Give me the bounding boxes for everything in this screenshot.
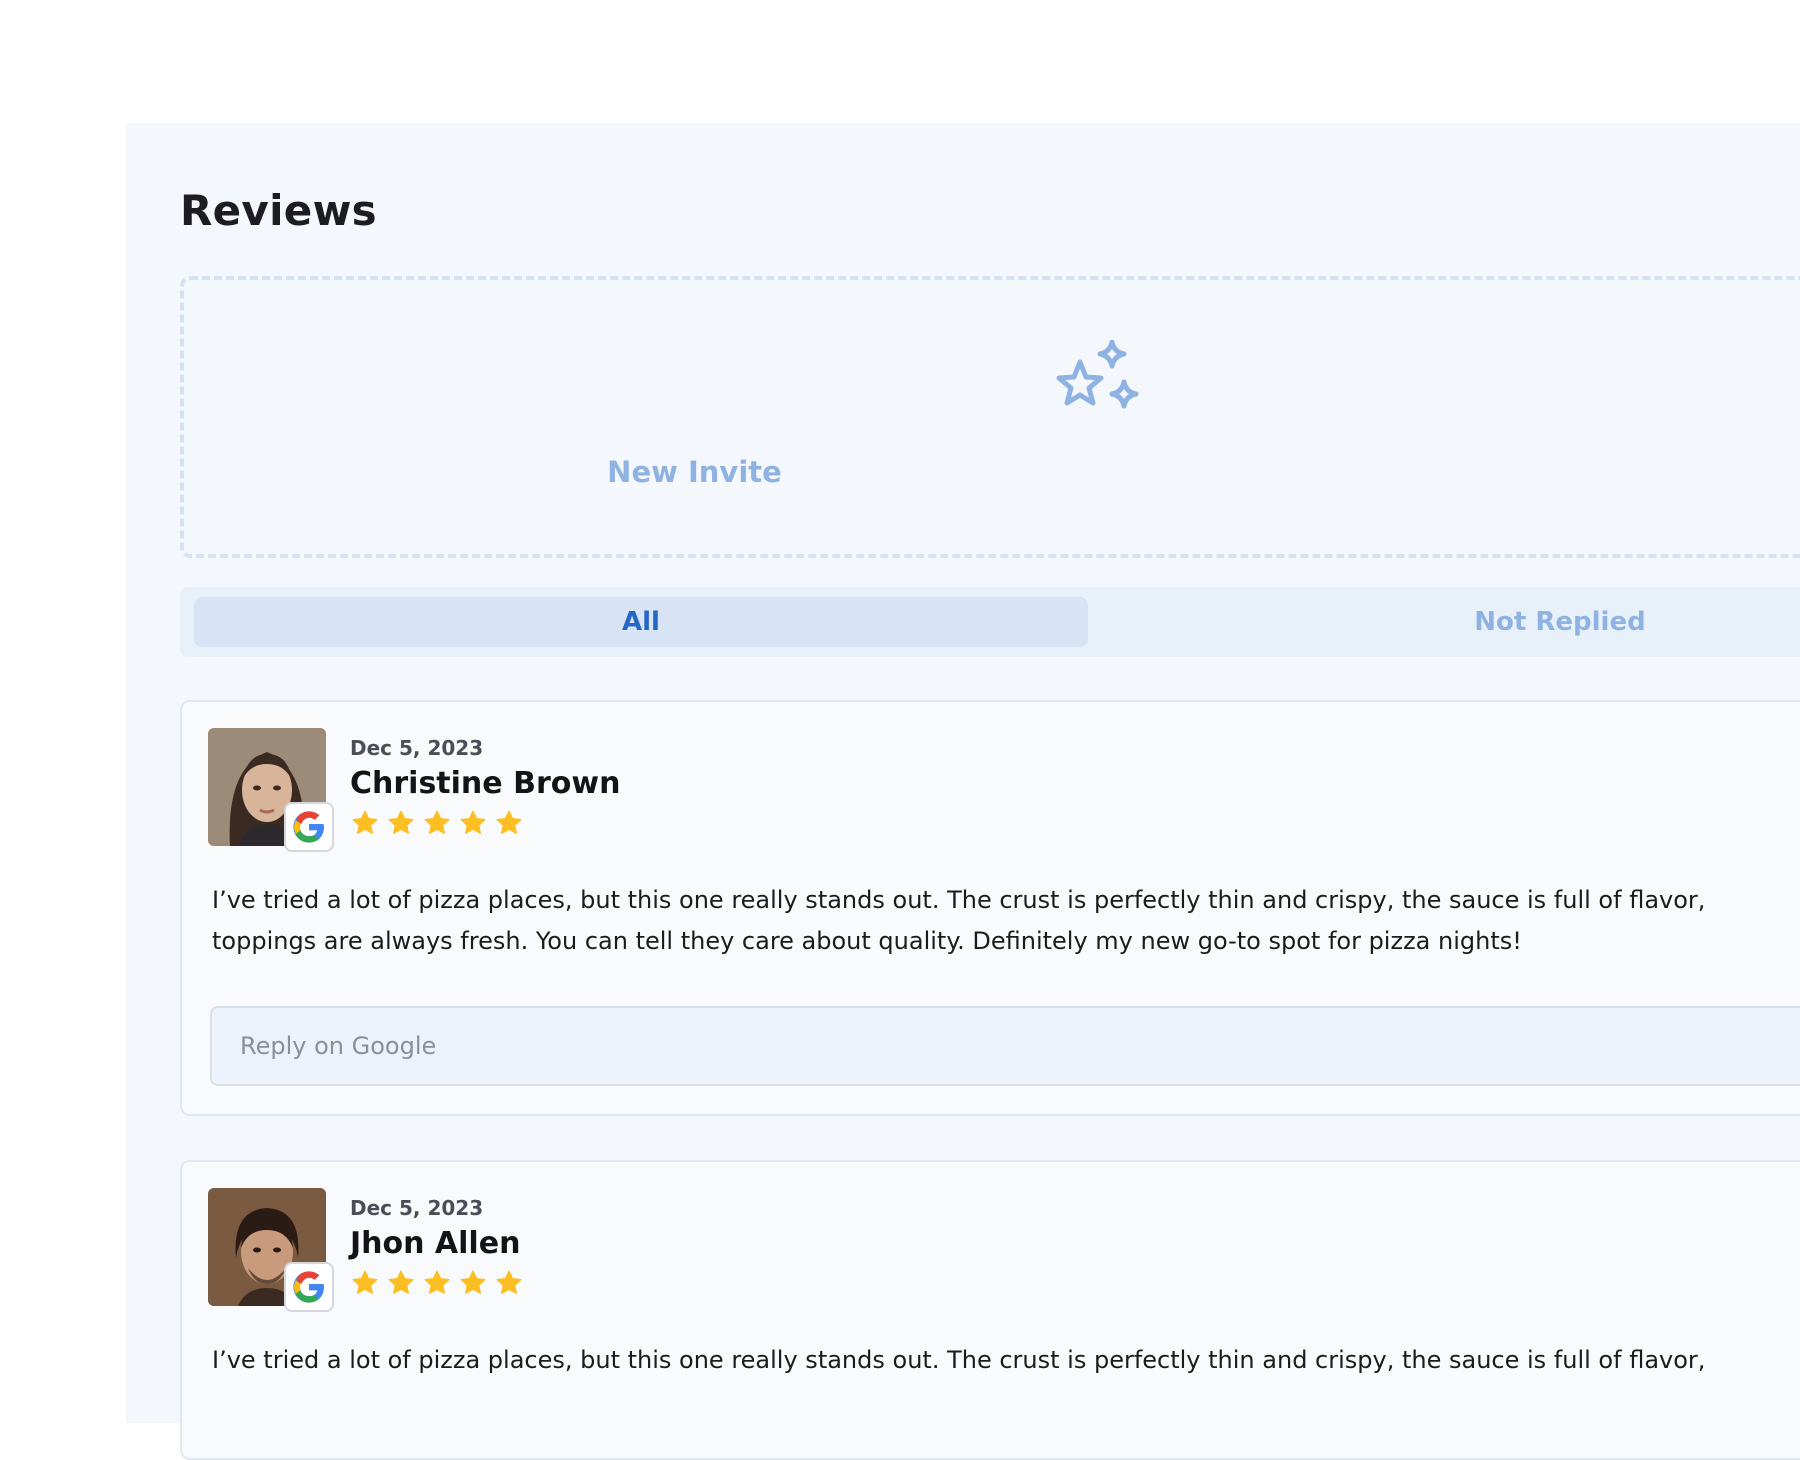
review-date: Dec 5, 2023 xyxy=(350,736,484,760)
star-icon xyxy=(388,810,414,834)
star-icon xyxy=(352,1270,378,1294)
review-text-line: I’ve tried a lot of pizza places, but th… xyxy=(212,886,1706,914)
review-card: Dec 5, 2023 Christine Brown I’ve tried a… xyxy=(180,700,1800,1116)
page-title: Reviews xyxy=(180,186,377,235)
reviewer-name: Jhon Allen xyxy=(350,1226,521,1261)
star-icon xyxy=(460,1270,486,1294)
star-icon xyxy=(424,1270,450,1294)
star-rating xyxy=(350,1268,524,1298)
google-icon xyxy=(284,1262,334,1312)
review-text-line: I’ve tried a lot of pizza places, but th… xyxy=(212,1346,1706,1374)
new-invite-button[interactable]: New Invite xyxy=(180,276,1800,558)
new-invite-label: New Invite xyxy=(607,455,782,489)
reviewer-name: Christine Brown xyxy=(350,766,621,801)
review-text: I’ve tried a lot of pizza places, but th… xyxy=(212,880,1800,962)
sparkle-stars-icon xyxy=(1056,340,1139,409)
tab-not-replied[interactable]: Not Replied xyxy=(1100,597,1800,647)
star-rating xyxy=(350,808,524,838)
review-filter-tabs: All Not Replied xyxy=(180,587,1800,657)
star-icon xyxy=(496,1270,522,1294)
star-icon xyxy=(424,810,450,834)
star-icon xyxy=(388,1270,414,1294)
review-date: Dec 5, 2023 xyxy=(350,1196,484,1220)
star-icon xyxy=(496,810,522,834)
reply-input[interactable] xyxy=(210,1006,1800,1086)
google-icon xyxy=(284,802,334,852)
review-card: Dec 5, 2023 Jhon Allen I’ve tried a lot … xyxy=(180,1160,1800,1460)
review-text-line: toppings are always fresh. You can tell … xyxy=(212,927,1522,955)
star-icon xyxy=(352,810,378,834)
review-text: I’ve tried a lot of pizza places, but th… xyxy=(212,1340,1800,1381)
star-icon xyxy=(460,810,486,834)
tab-all[interactable]: All xyxy=(194,597,1088,647)
